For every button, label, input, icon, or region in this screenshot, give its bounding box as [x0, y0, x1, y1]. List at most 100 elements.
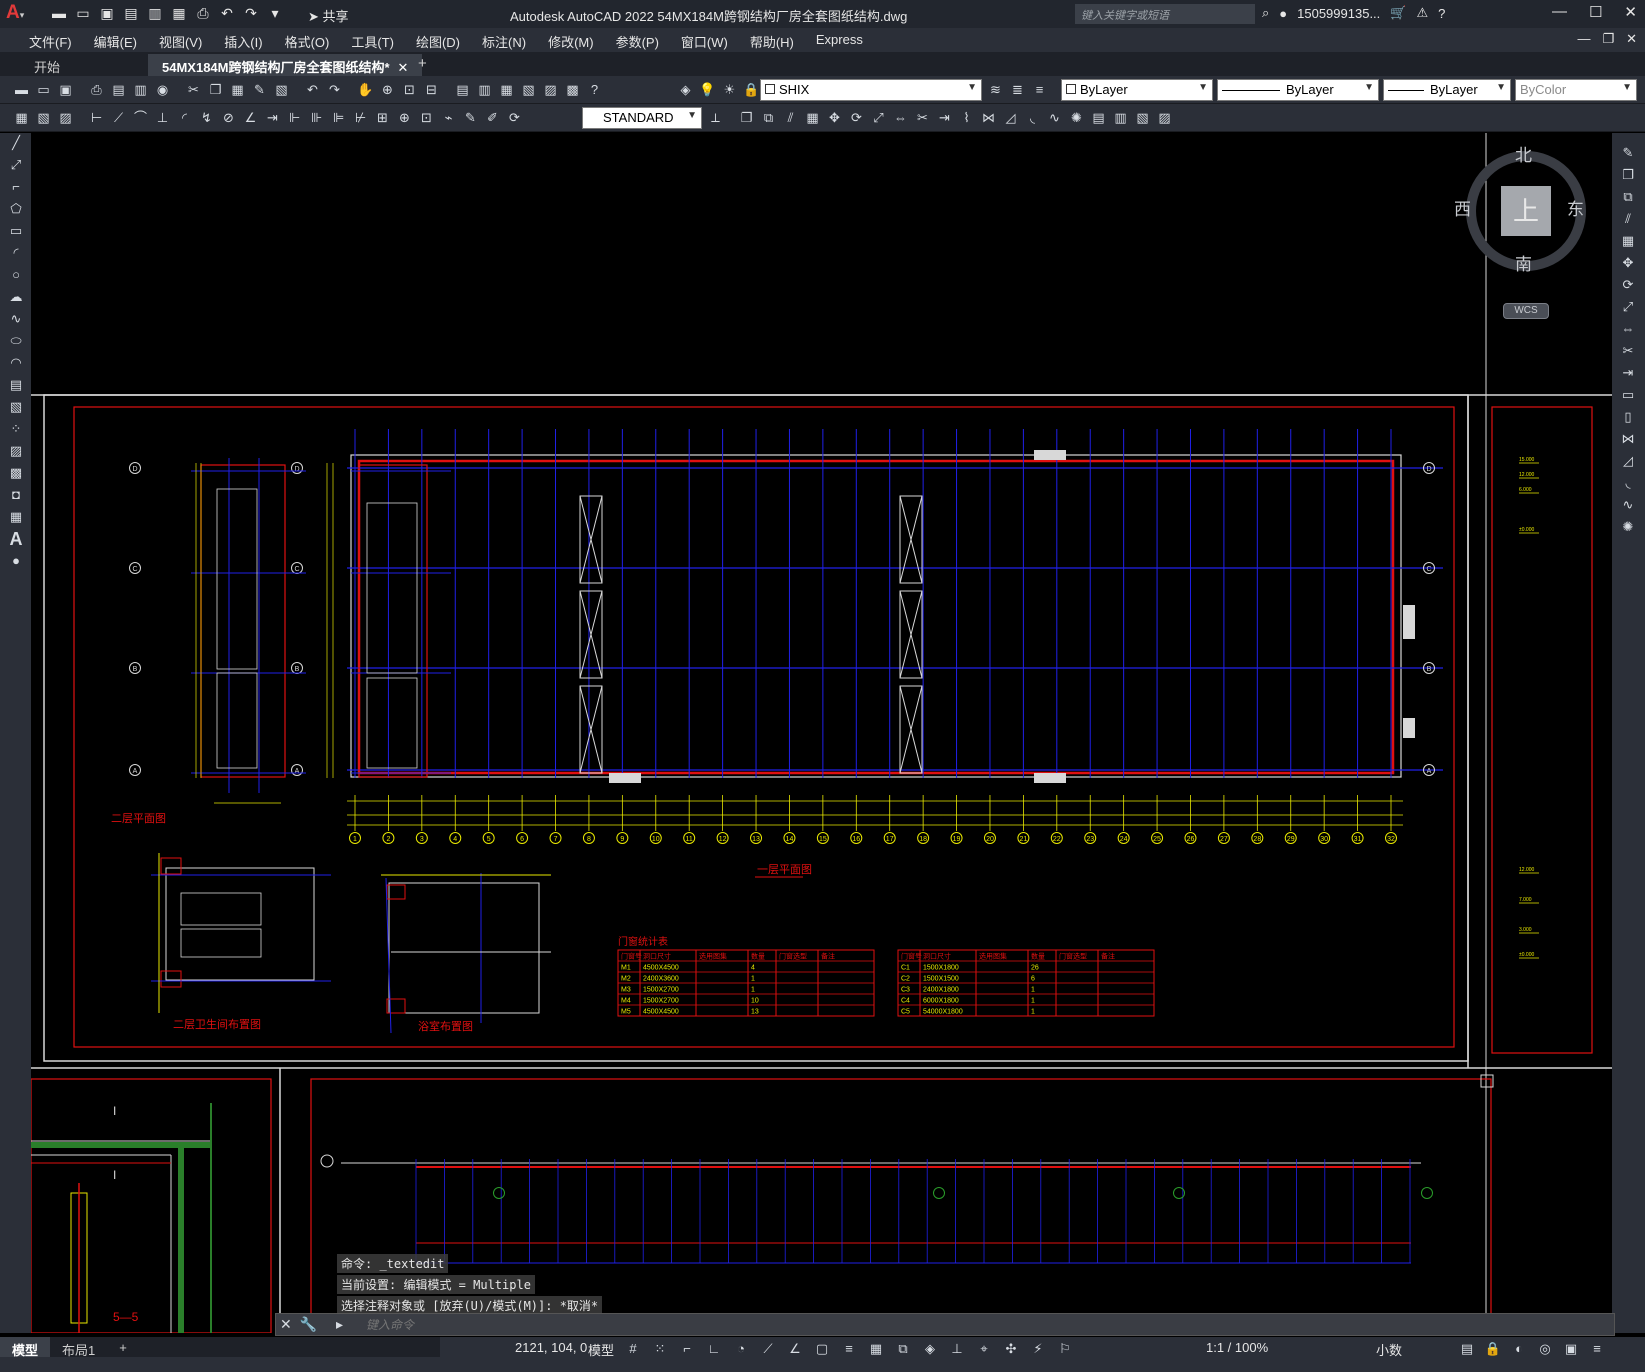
- customization-icon[interactable]: ≡: [1586, 1339, 1608, 1359]
- layer-tool-icon[interactable]: ▦: [12, 108, 31, 127]
- mirror-icon[interactable]: ⧉: [1616, 187, 1640, 207]
- pan-icon[interactable]: ✋: [356, 80, 375, 99]
- menu-draw[interactable]: 绘图(D): [405, 32, 471, 51]
- help-icon[interactable]: ?: [585, 80, 604, 99]
- blend-icon[interactable]: ∿: [1045, 108, 1064, 127]
- insert-block-icon[interactable]: ▤: [6, 375, 26, 395]
- continue-dim-icon[interactable]: ⊪: [307, 108, 326, 127]
- mirror-icon[interactable]: ⧉: [759, 108, 778, 127]
- units-dropdown[interactable]: 小数: [1376, 1340, 1402, 1359]
- command-customize-icon[interactable]: 🔧: [300, 1316, 317, 1333]
- mtext-icon[interactable]: A: [6, 529, 26, 549]
- tolerance-icon[interactable]: ⊞: [373, 108, 392, 127]
- stretch-icon[interactable]: ⇔: [1616, 319, 1640, 339]
- cut-icon[interactable]: ✂: [184, 80, 203, 99]
- textstyle-dropdown[interactable]: STANDARD ▼: [582, 107, 702, 129]
- make-block-icon[interactable]: ▧: [6, 397, 26, 417]
- lock-ui-icon[interactable]: 🔒: [1482, 1339, 1504, 1359]
- layer-match-icon[interactable]: ▨: [56, 108, 75, 127]
- menu-dimension[interactable]: 标注(N): [471, 32, 537, 51]
- tool-palettes-icon[interactable]: ▦: [497, 80, 516, 99]
- dim-style-icon[interactable]: ⟂: [706, 108, 725, 127]
- move-icon[interactable]: ✥: [825, 108, 844, 127]
- gizmo-icon[interactable]: ✣: [1000, 1339, 1022, 1359]
- trim-icon[interactable]: ✂: [913, 108, 932, 127]
- revision-cloud-icon[interactable]: ☁: [6, 287, 26, 307]
- hatch-icon[interactable]: ▨: [6, 441, 26, 461]
- draw-order-icon[interactable]: ▤: [1089, 108, 1108, 127]
- properties-icon[interactable]: ▤: [453, 80, 472, 99]
- plot-icon[interactable]: ⎙: [87, 80, 106, 99]
- customize-icon[interactable]: ▾: [266, 4, 284, 22]
- array-icon[interactable]: ▦: [1616, 231, 1640, 251]
- publish-icon[interactable]: ▥: [131, 80, 150, 99]
- join-icon[interactable]: ⋈: [979, 108, 998, 127]
- markup-icon[interactable]: ▨: [541, 80, 560, 99]
- erase-icon[interactable]: ✎: [1616, 143, 1640, 163]
- quick-properties-icon[interactable]: ▤: [1456, 1339, 1478, 1359]
- ellipse-icon[interactable]: ⬭: [6, 331, 26, 351]
- compass-north[interactable]: 北: [1515, 141, 1532, 166]
- line-icon[interactable]: ╱: [6, 133, 26, 153]
- compass-south[interactable]: 南: [1515, 250, 1532, 275]
- region-icon[interactable]: ◘: [6, 485, 26, 505]
- user-name[interactable]: 1505999135...: [1297, 6, 1380, 21]
- scale-icon[interactable]: ⤢: [869, 108, 888, 127]
- tab-model[interactable]: 模型: [0, 1337, 51, 1358]
- chamfer-icon[interactable]: ◿: [1616, 451, 1640, 471]
- layer-on-icon[interactable]: 💡: [698, 80, 717, 99]
- minimize-icon[interactable]: —: [1552, 3, 1567, 21]
- jogged-linear-icon[interactable]: ⌁: [439, 108, 458, 127]
- grid-icon[interactable]: #: [622, 1339, 644, 1359]
- model-space-toggle[interactable]: 模型: [588, 1340, 614, 1359]
- plot-preview-icon[interactable]: ▤: [109, 80, 128, 99]
- menu-edit[interactable]: 编辑(E): [83, 32, 148, 51]
- chamfer-icon[interactable]: ◿: [1001, 108, 1020, 127]
- auto-scale-icon[interactable]: ⚐: [1054, 1339, 1076, 1359]
- isodraft-icon[interactable]: ⟋: [757, 1339, 779, 1359]
- annotation-visibility-icon[interactable]: ⚡: [1027, 1339, 1049, 1359]
- undo-icon[interactable]: ↶: [218, 4, 236, 22]
- arc-icon[interactable]: ◜: [6, 243, 26, 263]
- lineweight-icon[interactable]: ≡: [838, 1339, 860, 1359]
- new-icon[interactable]: ▬: [12, 80, 31, 99]
- rectangle-icon[interactable]: ▭: [6, 221, 26, 241]
- open-icon[interactable]: ▭: [34, 80, 53, 99]
- command-close-icon[interactable]: ✕: [280, 1316, 292, 1333]
- search-input[interactable]: 键入关键字或短语: [1075, 4, 1255, 24]
- array-icon[interactable]: ▦: [803, 108, 822, 127]
- aligned-dim-icon[interactable]: ⟋: [109, 108, 128, 127]
- blend-curves-icon[interactable]: ∿: [1616, 495, 1640, 515]
- save-icon[interactable]: ▣: [98, 4, 116, 22]
- group-icon[interactable]: ▨: [1155, 108, 1174, 127]
- construction-line-icon[interactable]: ⤢: [6, 155, 26, 175]
- search-icon[interactable]: ⌕: [1262, 5, 1269, 21]
- save-to-web-icon[interactable]: ▦: [170, 4, 188, 22]
- lineweight-dropdown[interactable]: ByLayer ▼: [1383, 79, 1511, 101]
- rotate-icon[interactable]: ⟳: [847, 108, 866, 127]
- zoom-previous-icon[interactable]: ⊟: [422, 80, 441, 99]
- extend-icon[interactable]: ⇥: [935, 108, 954, 127]
- move-icon[interactable]: ✥: [1616, 253, 1640, 273]
- annotation-scale[interactable]: 1:1 / 100%: [1206, 1340, 1268, 1355]
- offset-icon[interactable]: ⫽: [1616, 209, 1640, 229]
- plot-icon[interactable]: ⎙: [194, 4, 212, 22]
- redo-icon[interactable]: ↷: [325, 80, 344, 99]
- maximize-icon[interactable]: ☐: [1589, 3, 1602, 21]
- compass-east[interactable]: 东: [1567, 195, 1584, 220]
- tab-start[interactable]: 开始: [20, 54, 74, 76]
- center-mark-icon[interactable]: ⊕: [395, 108, 414, 127]
- save-icon[interactable]: ▣: [56, 80, 75, 99]
- match-properties-icon[interactable]: ✎: [250, 80, 269, 99]
- transparency-icon[interactable]: ▦: [865, 1339, 887, 1359]
- help-icon[interactable]: ?: [1438, 6, 1445, 21]
- offset-icon[interactable]: ⫽: [781, 108, 800, 127]
- send-back-icon[interactable]: ▧: [1133, 108, 1152, 127]
- layer-properties-icon[interactable]: ◈: [676, 80, 695, 99]
- layer-states-icon[interactable]: ≡: [1030, 80, 1049, 99]
- join-icon[interactable]: ⋈: [1616, 429, 1640, 449]
- isolate-objects-icon[interactable]: ◐: [1508, 1339, 1530, 1359]
- save-as-icon[interactable]: ▤: [122, 4, 140, 22]
- dynamic-ucs-icon[interactable]: ⊥: [946, 1339, 968, 1359]
- extend-icon[interactable]: ⇥: [1616, 363, 1640, 383]
